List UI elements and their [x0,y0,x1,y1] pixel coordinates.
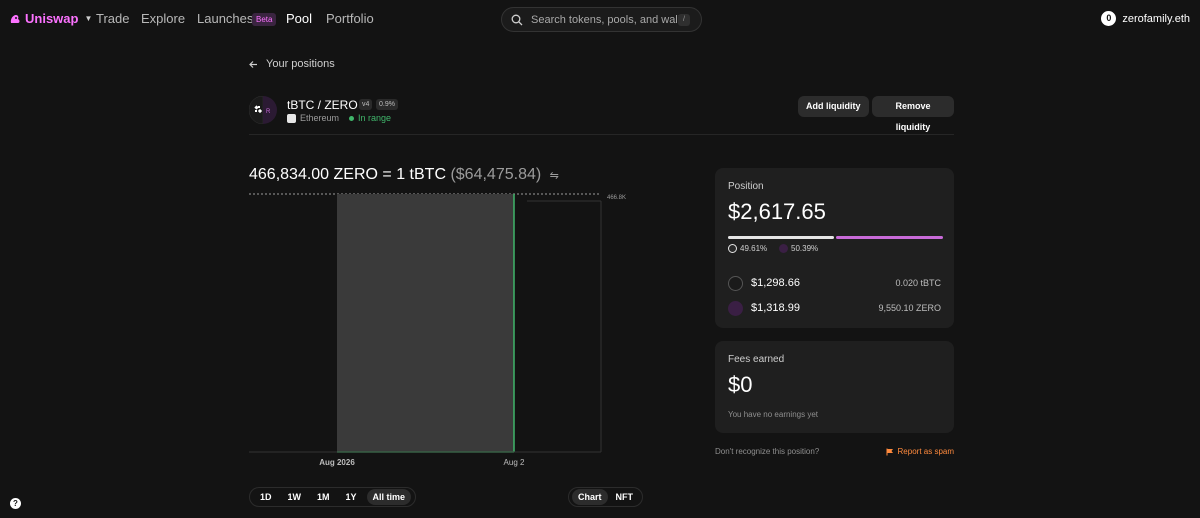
search-icon [511,14,523,25]
token1-share-bar [836,236,943,239]
range-shaded-area [337,194,514,452]
y-tick-label: 466.8K [607,195,626,201]
token0-amount: 0.020 tBTC [895,278,941,288]
account-button[interactable]: 0 zerofamily.eth [1101,11,1190,26]
token1-row: $1,318.99 9,550.10 ZERO [728,300,941,316]
tbtc-icon [728,244,737,253]
top-nav: Uniswap ▼ Trade Explore Launches Beta Po… [0,0,1200,38]
unicorn-logo-icon [10,14,20,23]
search-bar[interactable]: / [501,7,702,32]
price-range-chart[interactable]: 466.8K Aug 2026 Aug 2 [249,188,649,472]
token1-pct: 50.39% [779,244,818,253]
token-badge-letter: R [266,109,271,115]
zero-icon [728,300,743,316]
range-all-time-button[interactable]: All time [366,489,412,505]
position-card: Position $2,617.65 49.61% 50.39% $1,298.… [715,168,954,328]
x-tick-label-1: Aug 2 [504,458,525,467]
brand-name: Uniswap [25,11,79,26]
price-quote: 466,834.00 ZERO = 1 tBTC [249,166,446,183]
token0-pct-value: 49.61% [740,244,768,253]
back-label: Your positions [266,58,335,70]
pair-title: tBTC / ZERO [287,98,358,112]
ethereum-icon [287,113,296,123]
chevron-down-icon: ▼ [84,14,93,23]
chain-status-row: Ethereum In range [287,113,391,123]
token1-usd: $1,318.99 [751,302,800,314]
view-toggle: Chart NFT [568,487,644,507]
version-tag: v4 [359,99,373,110]
token1-pct-value: 50.39% [791,244,819,253]
fees-note: You have no earnings yet [728,410,818,419]
search-shortcut-key: / [678,14,690,26]
time-range-selector: 1D 1W 1M 1Y All time [249,487,417,507]
range-1m-button[interactable]: 1M [311,489,336,505]
token0-usd: $1,298.66 [751,277,800,289]
remove-liquidity-button[interactable]: Remove liquidity [872,96,954,132]
position-label: Position [728,181,764,192]
arrow-left-icon [249,60,257,68]
nav-portfolio[interactable]: Portfolio [326,11,374,26]
nav-explore[interactable]: Explore [141,11,185,26]
range-1w-button[interactable]: 1W [282,489,308,505]
fees-card: Fees earned $0 You have no earnings yet [715,341,954,433]
token0-row: $1,298.66 0.020 tBTC [728,275,941,291]
token0-share-bar [728,236,834,239]
fee-tag: 0.9% [376,99,398,110]
fees-value: $0 [728,372,753,397]
avatar: 0 [1101,11,1117,26]
token-pair-icon: R [249,96,277,124]
chain-name: Ethereum [300,113,340,123]
search-input[interactable] [531,13,681,26]
nav-launches[interactable]: Launches [197,11,253,26]
report-spam-link[interactable]: Report as spam [886,447,954,456]
zero-icon [779,244,788,253]
in-range-dot-icon [349,115,355,121]
flag-icon [886,448,893,455]
chart-view-button[interactable]: Chart [572,489,608,505]
account-name: zerofamily.eth [1122,12,1190,25]
fees-label: Fees earned [728,354,785,365]
range-1y-button[interactable]: 1Y [340,489,363,505]
unrecognized-position-text: Don't recognize this position? [715,447,820,456]
x-tick-label-0: Aug 2026 [319,458,355,467]
range-status: In range [358,113,392,123]
nav-trade[interactable]: Trade [96,11,129,26]
help-icon[interactable]: ? [10,498,21,509]
price-display: 466,834.00 ZERO = 1 tBTC ($64,475.84) ⇋ [249,166,559,184]
uniswap-logo-menu[interactable]: Uniswap ▼ [9,11,92,26]
swap-direction-icon[interactable]: ⇋ [550,170,559,182]
back-to-positions-link[interactable]: Your positions [249,58,335,70]
position-value: $2,617.65 [728,199,826,224]
tbtc-icon [728,275,743,291]
nav-pool[interactable]: Pool [286,11,312,26]
pool-header: R tBTC / ZERO v4 0.9% Ethereum In range … [249,96,954,135]
price-usd: ($64,475.84) [450,166,542,183]
beta-badge: Beta [252,13,277,26]
range-1d-button[interactable]: 1D [254,489,278,505]
token1-amount: 9,550.10 ZERO [878,303,941,313]
add-liquidity-button[interactable]: Add liquidity [798,96,869,117]
report-spam-label: Report as spam [897,447,954,456]
nft-view-button[interactable]: NFT [610,489,640,505]
token0-pct: 49.61% [728,244,767,253]
